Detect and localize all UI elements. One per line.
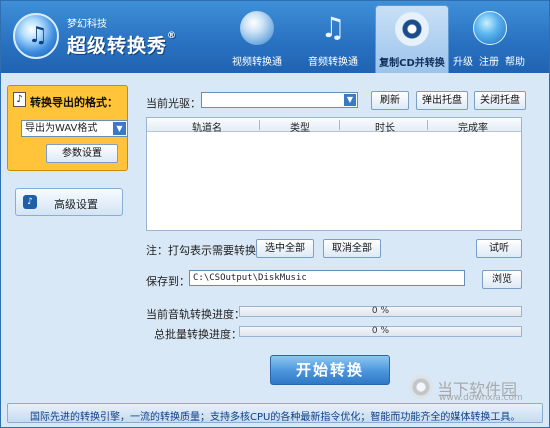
column-header-track-name[interactable]: 轨道名 (167, 119, 247, 134)
save-path-input[interactable]: C:\CSOutput\DiskMusic (189, 270, 465, 286)
tab-label: 视频转换通 (232, 57, 282, 68)
drive-select[interactable]: ▼ (201, 92, 358, 108)
selection-note: 注：打勾表示需要转换 (146, 244, 256, 257)
total-progress-bar: 0 % (239, 326, 522, 337)
track-progress-label: 当前音轨转换进度： (146, 308, 245, 321)
drive-label: 当前光驱： (146, 97, 201, 110)
column-header-type[interactable]: 类型 (265, 119, 335, 134)
track-table[interactable]: 轨道名 类型 时长 完成率 (146, 117, 522, 231)
tab-audio-convert[interactable]: ♫ 音频转换通 (297, 5, 369, 73)
header-bar: ♫ 梦幻科技 超级转换秀® 视频转换通 ♫ 音频转换通 复制CD并转换 升级 注册… (1, 1, 549, 73)
tab-label: 音频转换通 (308, 57, 358, 68)
chevron-down-icon[interactable]: ▼ (344, 94, 356, 106)
advanced-settings-button[interactable]: ♪ 高级设置 (15, 188, 123, 216)
format-title: 转换导出的格式： (30, 96, 118, 109)
help-link[interactable]: 帮助 (505, 57, 525, 68)
app-title-text: 超级转换秀 (67, 35, 168, 57)
total-progress-label: 总批量转换进度： (154, 328, 242, 341)
track-progress-bar: 0 % (239, 306, 522, 317)
column-divider (427, 120, 428, 130)
register-link[interactable]: 注册 (479, 57, 499, 68)
browse-button[interactable]: 浏览 (482, 270, 522, 289)
music-note-icon: ♫ (320, 11, 346, 44)
deselect-all-button[interactable]: 取消全部 (323, 239, 381, 258)
settings-icon: ♪ (23, 195, 37, 209)
column-divider (339, 120, 340, 130)
preview-listen-button[interactable]: 试听 (476, 239, 522, 258)
watermark-url: www.downxia.com (439, 393, 523, 403)
upgrade-link[interactable]: 升级 (453, 57, 473, 68)
registered-mark: ® (167, 31, 178, 41)
select-all-button[interactable]: 选中全部 (256, 239, 314, 258)
advanced-settings-label: 高级设置 (54, 198, 98, 211)
refresh-button[interactable]: 刷新 (371, 91, 409, 110)
track-progress-text: 0 % (371, 306, 390, 316)
eject-tray-button[interactable]: 弹出托盘 (416, 91, 468, 110)
music-file-icon: ♪ (13, 92, 26, 107)
cd-disc-icon (395, 12, 429, 46)
column-divider (259, 120, 260, 130)
footer-text: 国际先进的转换引擎，一流的转换质量；支持多核CPU的各种最新指令优化；智能而功能… (30, 412, 521, 423)
format-panel: ♪ 转换导出的格式： 导出为WAV格式 ▼ 参数设置 (7, 85, 128, 171)
column-header-duration[interactable]: 时长 (345, 119, 425, 134)
film-reel-icon (240, 11, 274, 45)
company-name: 梦幻科技 (67, 19, 107, 30)
column-header-progress[interactable]: 完成率 (433, 119, 513, 134)
tab-video-convert[interactable]: 视频转换通 (223, 5, 291, 73)
app-logo: ♫ (13, 13, 59, 59)
track-table-header: 轨道名 类型 时长 完成率 (147, 118, 521, 134)
format-selected-value: 导出为WAV格式 (25, 123, 98, 134)
footer-bar: 国际先进的转换引擎，一流的转换质量；支持多核CPU的各种最新指令优化；智能而功能… (7, 403, 543, 423)
watermark-logo (409, 375, 433, 399)
close-tray-button[interactable]: 关闭托盘 (474, 91, 526, 110)
save-path-label: 保存到： (146, 275, 190, 288)
tab-copy-cd[interactable]: 复制CD并转换 (375, 5, 449, 73)
tab-label: 复制CD并转换 (379, 58, 445, 69)
app-title: 超级转换秀® (67, 31, 177, 58)
param-settings-button[interactable]: 参数设置 (46, 144, 118, 163)
start-convert-button[interactable]: 开始转换 (270, 355, 390, 385)
music-note-icon: ♫ (28, 23, 48, 48)
total-progress-text: 0 % (371, 326, 390, 336)
format-select[interactable]: 导出为WAV格式 ▼ (21, 120, 128, 137)
chevron-down-icon[interactable]: ▼ (113, 122, 126, 135)
app-window: ♫ 梦幻科技 超级转换秀® 视频转换通 ♫ 音频转换通 复制CD并转换 升级 注册… (0, 0, 550, 428)
globe-icon (473, 11, 507, 45)
header-links: 升级 注册 帮助 (453, 53, 531, 68)
